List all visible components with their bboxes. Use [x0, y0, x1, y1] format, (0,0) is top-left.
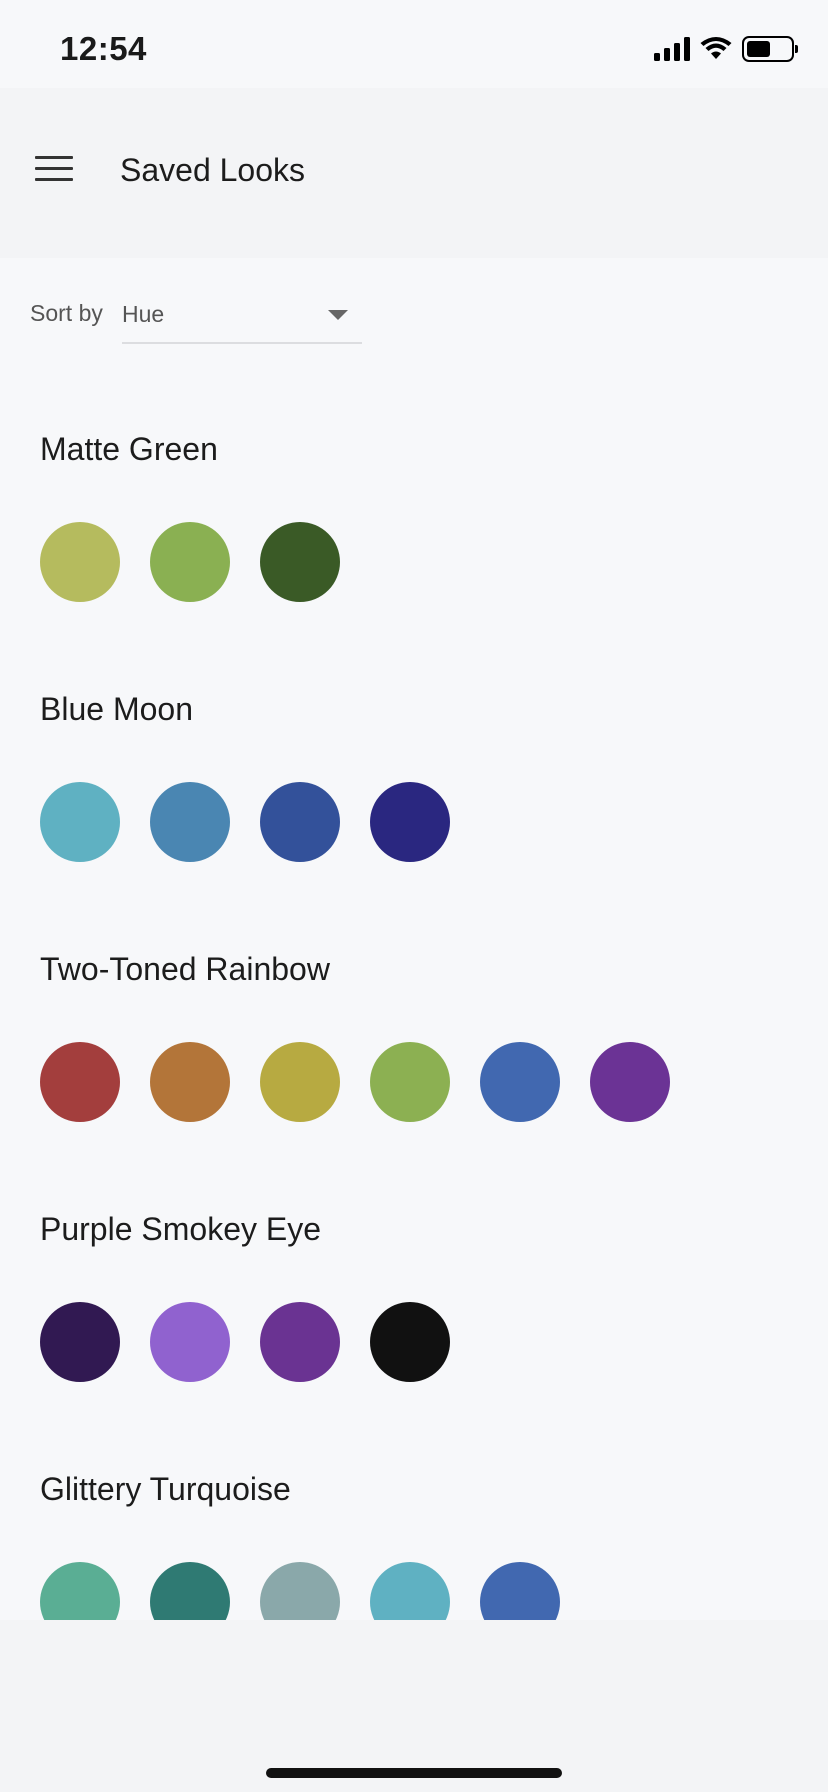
- page-title: Saved Looks: [120, 152, 306, 188]
- look-name: Glittery Turquoise: [40, 1471, 291, 1507]
- color-swatch[interactable]: [480, 1562, 560, 1620]
- look-name: Matte Green: [40, 431, 218, 467]
- looks-list[interactable]: Matte Green Blue Moon Two-Toned Rainbow Pur…: [0, 348, 828, 1620]
- color-swatch[interactable]: [40, 522, 120, 602]
- color-swatch[interactable]: [150, 782, 230, 862]
- sort-row: Sort by Hue: [0, 258, 828, 348]
- color-swatch[interactable]: [260, 1042, 340, 1122]
- color-swatch[interactable]: [260, 1302, 340, 1382]
- color-swatch[interactable]: [150, 522, 230, 602]
- hamburger-menu-icon[interactable]: [30, 144, 78, 192]
- color-swatch[interactable]: [150, 1562, 230, 1620]
- swatch-row: [40, 782, 450, 862]
- color-swatch[interactable]: [40, 1042, 120, 1122]
- color-swatch[interactable]: [260, 782, 340, 862]
- chevron-down-icon: [328, 310, 348, 320]
- swatch-row: [40, 1042, 670, 1122]
- color-swatch[interactable]: [370, 1042, 450, 1122]
- swatch-row: [40, 522, 340, 602]
- swatch-row: [40, 1562, 560, 1620]
- color-swatch[interactable]: [260, 1562, 340, 1620]
- look-item[interactable]: Purple Smokey Eye: [0, 1174, 828, 1434]
- look-item[interactable]: Blue Moon: [0, 654, 828, 914]
- color-swatch[interactable]: [370, 782, 450, 862]
- status-icons: [654, 36, 798, 62]
- color-swatch[interactable]: [40, 1302, 120, 1382]
- color-swatch[interactable]: [590, 1042, 670, 1122]
- bottom-area: [0, 1620, 828, 1792]
- look-item[interactable]: Glittery Turquoise: [0, 1434, 828, 1620]
- status-bar: 12:54: [0, 0, 828, 88]
- color-swatch[interactable]: [370, 1302, 450, 1382]
- home-indicator[interactable]: [266, 1768, 562, 1778]
- swatch-row: [40, 1302, 450, 1382]
- color-swatch[interactable]: [480, 1042, 560, 1122]
- look-item[interactable]: Matte Green: [0, 394, 828, 654]
- color-swatch[interactable]: [40, 1562, 120, 1620]
- app-bar: Saved Looks: [0, 88, 828, 258]
- color-swatch[interactable]: [260, 522, 340, 602]
- sort-value: Hue: [122, 301, 165, 327]
- look-name: Purple Smokey Eye: [40, 1211, 322, 1247]
- cellular-signal-icon: [654, 37, 690, 61]
- sort-label: Sort by: [30, 300, 103, 326]
- sort-dropdown[interactable]: Hue: [122, 288, 362, 344]
- status-time: 12:54: [60, 30, 147, 67]
- look-item[interactable]: [0, 348, 828, 394]
- look-item[interactable]: Two-Toned Rainbow: [0, 914, 828, 1174]
- color-swatch[interactable]: [150, 1302, 230, 1382]
- color-swatch[interactable]: [150, 1042, 230, 1122]
- look-name: Two-Toned Rainbow: [40, 951, 330, 987]
- color-swatch[interactable]: [40, 782, 120, 862]
- look-name: Blue Moon: [40, 691, 193, 727]
- wifi-icon: [700, 37, 732, 59]
- battery-icon: [742, 36, 798, 62]
- color-swatch[interactable]: [370, 1562, 450, 1620]
